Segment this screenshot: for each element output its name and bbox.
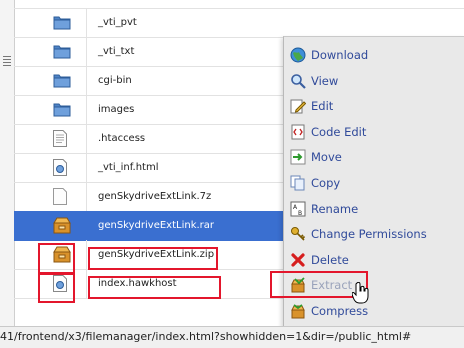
globe-download-icon	[290, 47, 306, 63]
archive-icon	[53, 217, 71, 238]
status-bar: 41/frontend/x3/filemanager/index.html?sh…	[0, 326, 464, 348]
file-icon-cell[interactable]	[30, 95, 87, 124]
blank-file-icon	[53, 188, 67, 209]
file-name[interactable]: _vti_pvt	[98, 16, 137, 30]
highlight-rar-name	[88, 247, 218, 270]
menu-item-rename[interactable]: A B Rename	[284, 197, 464, 221]
menu-item-change-permissions[interactable]: Change Permissions	[284, 222, 464, 246]
move-arrow-icon	[290, 149, 306, 165]
menu-item-download[interactable]: Download	[284, 43, 464, 67]
file-name[interactable]: _vti_txt	[98, 45, 134, 59]
menu-item-label: Download	[311, 48, 369, 62]
menu-item-label: Change Permissions	[311, 227, 427, 242]
html-file-icon	[53, 159, 67, 180]
text-file-icon	[53, 130, 67, 151]
menu-item-copy[interactable]: Copy	[284, 171, 464, 195]
folder-icon	[53, 101, 71, 121]
file-name[interactable]: genSkydriveExtLink.7z	[98, 190, 211, 204]
file-manager-screen: _vti_pvt _vti_txt cgi-bin images .htaccess _v…	[0, 0, 464, 348]
svg-text:B: B	[298, 210, 302, 217]
file-name[interactable]: cgi-bin	[98, 74, 132, 88]
folder-icon	[53, 14, 71, 34]
file-icon-cell[interactable]	[30, 8, 87, 37]
menu-item-compress[interactable]: Compress	[284, 299, 464, 323]
menu-item-label: View	[311, 73, 339, 88]
file-icon-cell[interactable]	[30, 153, 87, 182]
highlight-rar-icon	[38, 243, 75, 274]
hand-cursor-icon	[351, 281, 370, 308]
tree-pane-splitter[interactable]	[0, 0, 15, 348]
copy-icon	[290, 175, 306, 191]
menu-item-delete[interactable]: Delete	[284, 248, 464, 272]
menu-item-label: Copy	[311, 176, 341, 190]
highlight-zip-icon	[38, 273, 75, 303]
file-icon-cell[interactable]	[30, 66, 87, 95]
file-icon-cell[interactable]	[30, 182, 87, 211]
menu-item-label: Rename	[311, 201, 359, 216]
menu-item-label: Delete	[311, 252, 349, 267]
code-edit-icon	[290, 124, 306, 140]
pencil-edit-icon	[290, 98, 307, 114]
menu-item-code-edit[interactable]: Code Edit	[284, 120, 464, 144]
delete-x-icon	[290, 252, 306, 268]
menu-item-edit[interactable]: Edit	[284, 94, 464, 118]
rename-icon: AB	[290, 201, 306, 217]
menu-item-label: Edit	[311, 99, 334, 114]
file-icon-cell[interactable]	[30, 211, 87, 240]
file-name[interactable]: genSkydriveExtLink.rar	[98, 219, 214, 233]
folder-icon	[53, 72, 71, 92]
status-url: 41/frontend/x3/filemanager/index.html?sh…	[0, 330, 412, 343]
menu-item-move[interactable]: Move	[284, 145, 464, 169]
file-row[interactable]: _vti_pvt	[14, 8, 464, 38]
file-icon-cell[interactable]	[30, 124, 87, 153]
splitter-grip-icon[interactable]	[3, 56, 11, 66]
menu-item-view[interactable]: View	[284, 69, 464, 93]
key-icon	[290, 226, 306, 242]
folder-icon	[53, 43, 71, 63]
highlight-zip-name	[88, 276, 221, 299]
file-icon-cell[interactable]	[30, 37, 87, 66]
compress-box-icon	[290, 303, 306, 319]
file-name[interactable]: _vti_inf.html	[98, 161, 158, 175]
menu-item-label: Move	[311, 150, 342, 165]
file-name[interactable]: images	[98, 103, 134, 117]
magnifier-icon	[290, 73, 306, 89]
menu-item-label: Code Edit	[311, 124, 367, 139]
file-name[interactable]: .htaccess	[98, 132, 145, 146]
